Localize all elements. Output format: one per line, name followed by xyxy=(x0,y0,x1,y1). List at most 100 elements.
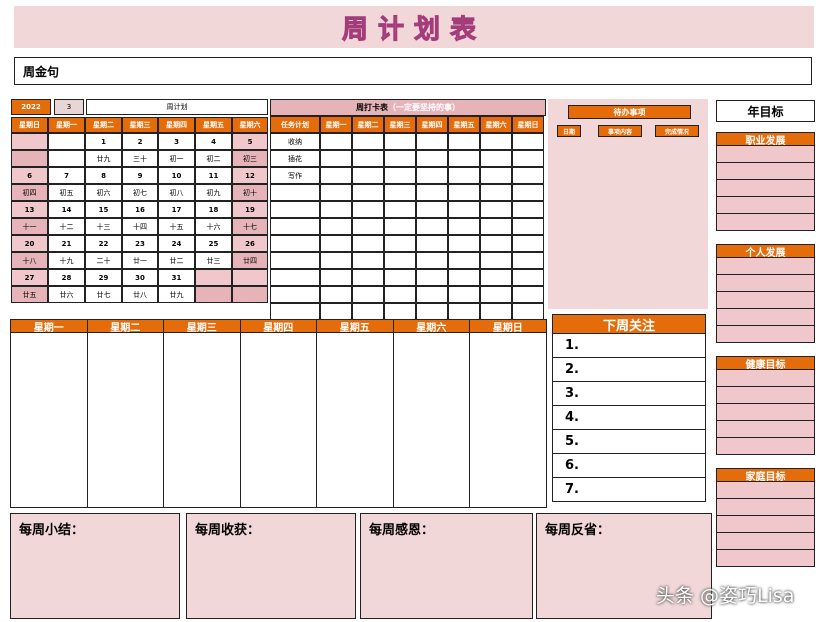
goal-line[interactable] xyxy=(716,180,815,197)
checkin-cell[interactable] xyxy=(384,184,416,201)
weekly-gains-box[interactable]: 每周收获： xyxy=(186,513,356,619)
checkin-cell[interactable] xyxy=(416,167,448,184)
calendar-date-cell[interactable] xyxy=(195,269,232,286)
checkin-cell[interactable] xyxy=(416,269,448,286)
goal-line[interactable] xyxy=(716,550,815,567)
checkin-cell[interactable] xyxy=(352,286,384,303)
checkin-cell[interactable] xyxy=(416,303,448,320)
checkin-cell[interactable] xyxy=(384,286,416,303)
checkin-cell[interactable] xyxy=(352,184,384,201)
checkin-cell[interactable] xyxy=(512,150,544,167)
goal-line[interactable] xyxy=(716,163,815,180)
checkin-cell[interactable] xyxy=(480,252,512,269)
checkin-cell[interactable] xyxy=(480,303,512,320)
checkin-cell[interactable] xyxy=(384,167,416,184)
checkin-cell[interactable] xyxy=(512,252,544,269)
checkin-cell[interactable] xyxy=(512,218,544,235)
calendar-date-cell[interactable]: 17 xyxy=(158,201,195,218)
goal-line[interactable] xyxy=(716,387,815,404)
checkin-cell[interactable] xyxy=(480,201,512,218)
checkin-cell[interactable] xyxy=(320,184,352,201)
checkin-cell[interactable] xyxy=(384,133,416,150)
checkin-cell[interactable] xyxy=(352,167,384,184)
checkin-cell[interactable] xyxy=(416,235,448,252)
checkin-cell[interactable] xyxy=(512,269,544,286)
goal-line[interactable] xyxy=(716,197,815,214)
checkin-cell[interactable] xyxy=(448,252,480,269)
next-week-item[interactable]: 7. xyxy=(552,478,706,502)
checkin-cell[interactable] xyxy=(416,218,448,235)
weekly-gratitude-box[interactable]: 每周感恩： xyxy=(360,513,533,619)
weekly-summary-box[interactable]: 每周小结： xyxy=(10,513,180,619)
next-week-item[interactable]: 3. xyxy=(552,382,706,406)
checkin-cell[interactable] xyxy=(416,150,448,167)
checkin-cell[interactable] xyxy=(352,269,384,286)
checkin-cell[interactable] xyxy=(480,133,512,150)
checkin-cell[interactable] xyxy=(320,167,352,184)
checkin-task-name[interactable] xyxy=(270,201,320,218)
calendar-date-cell[interactable]: 9 xyxy=(122,167,158,184)
checkin-task-name[interactable] xyxy=(270,269,320,286)
calendar-date-cell[interactable]: 14 xyxy=(48,201,85,218)
checkin-cell[interactable] xyxy=(512,133,544,150)
checkin-cell[interactable] xyxy=(480,150,512,167)
checkin-cell[interactable] xyxy=(416,286,448,303)
checkin-cell[interactable] xyxy=(512,201,544,218)
checkin-cell[interactable] xyxy=(416,252,448,269)
calendar-date-cell[interactable]: 8 xyxy=(85,167,122,184)
checkin-cell[interactable] xyxy=(448,218,480,235)
month-cell[interactable]: 3 xyxy=(54,99,84,115)
checkin-task-name[interactable] xyxy=(270,303,320,320)
checkin-cell[interactable] xyxy=(384,269,416,286)
goal-line[interactable] xyxy=(716,516,815,533)
calendar-date-cell[interactable]: 1 xyxy=(85,133,122,150)
checkin-cell[interactable] xyxy=(320,286,352,303)
day-column[interactable]: 星期四 xyxy=(239,319,317,508)
checkin-cell[interactable] xyxy=(448,303,480,320)
checkin-cell[interactable] xyxy=(416,201,448,218)
checkin-cell[interactable] xyxy=(480,235,512,252)
calendar-date-cell[interactable]: 10 xyxy=(158,167,195,184)
checkin-task-name[interactable]: 收纳 xyxy=(270,133,320,150)
checkin-cell[interactable] xyxy=(416,184,448,201)
checkin-cell[interactable] xyxy=(384,150,416,167)
checkin-task-name[interactable] xyxy=(270,286,320,303)
goal-line[interactable] xyxy=(716,499,815,516)
checkin-cell[interactable] xyxy=(352,150,384,167)
checkin-cell[interactable] xyxy=(480,167,512,184)
calendar-date-cell[interactable]: 4 xyxy=(195,133,232,150)
calendar-date-cell[interactable]: 19 xyxy=(232,201,268,218)
goal-line[interactable] xyxy=(716,146,815,163)
calendar-date-cell[interactable]: 22 xyxy=(85,235,122,252)
checkin-task-name[interactable] xyxy=(270,218,320,235)
calendar-date-cell[interactable]: 15 xyxy=(85,201,122,218)
calendar-date-cell[interactable]: 3 xyxy=(158,133,195,150)
day-column[interactable]: 星期一 xyxy=(10,319,88,508)
checkin-cell[interactable] xyxy=(352,235,384,252)
goal-line[interactable] xyxy=(716,214,815,231)
next-week-item[interactable]: 1. xyxy=(552,334,706,358)
checkin-cell[interactable] xyxy=(448,150,480,167)
checkin-cell[interactable] xyxy=(448,269,480,286)
calendar-date-cell[interactable]: 24 xyxy=(158,235,195,252)
checkin-cell[interactable] xyxy=(480,218,512,235)
checkin-task-name[interactable] xyxy=(270,235,320,252)
calendar-date-cell[interactable]: 23 xyxy=(122,235,158,252)
checkin-cell[interactable] xyxy=(384,252,416,269)
checkin-cell[interactable] xyxy=(448,286,480,303)
next-week-item[interactable]: 6. xyxy=(552,454,706,478)
motto-field[interactable]: 周金句 xyxy=(14,57,812,85)
day-column[interactable]: 星期六 xyxy=(392,319,470,508)
goal-line[interactable] xyxy=(716,404,815,421)
goal-line[interactable] xyxy=(716,370,815,387)
goal-line[interactable] xyxy=(716,421,815,438)
checkin-cell[interactable] xyxy=(512,167,544,184)
checkin-cell[interactable] xyxy=(448,184,480,201)
checkin-cell[interactable] xyxy=(384,201,416,218)
checkin-cell[interactable] xyxy=(512,184,544,201)
checkin-task-name[interactable]: 写作 xyxy=(270,167,320,184)
checkin-cell[interactable] xyxy=(480,184,512,201)
calendar-date-cell[interactable]: 30 xyxy=(122,269,158,286)
day-column[interactable]: 星期五 xyxy=(316,319,394,508)
day-column[interactable]: 星期日 xyxy=(469,319,547,508)
